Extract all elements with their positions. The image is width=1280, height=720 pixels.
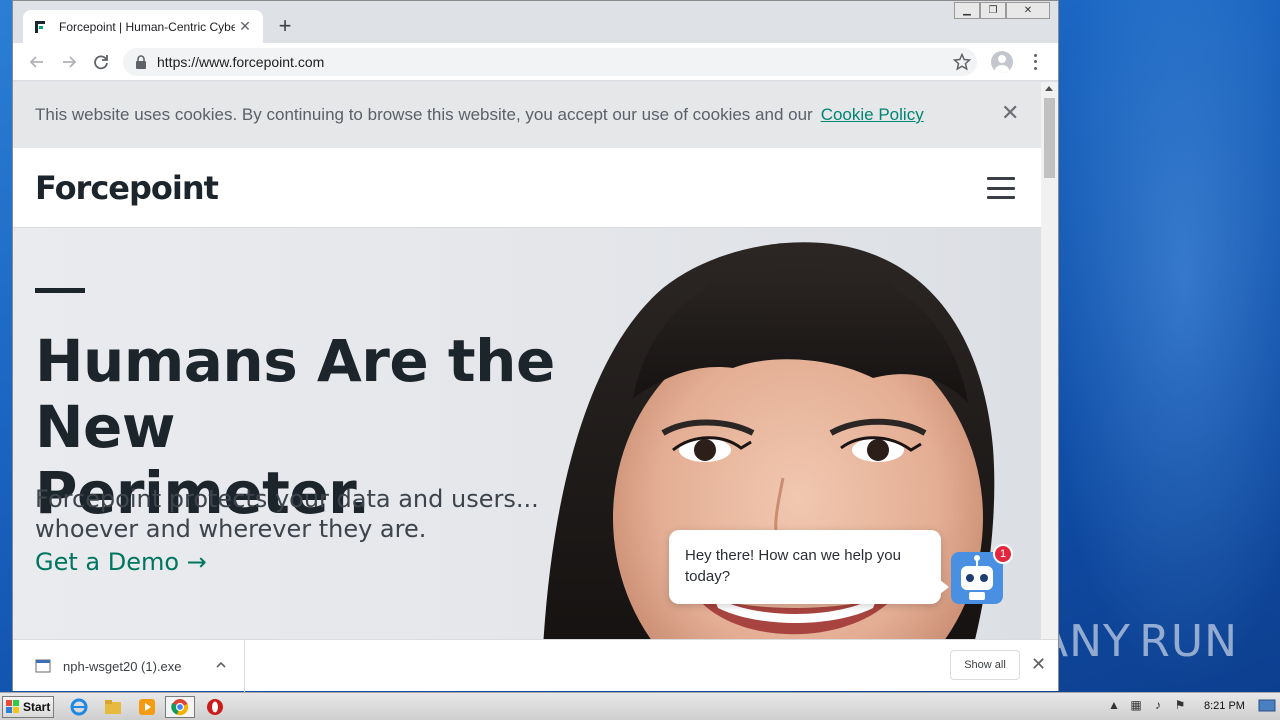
page-viewport: This website uses cookies. By continuing… [13, 82, 1041, 639]
reload-button[interactable] [91, 52, 111, 72]
chevron-up-icon[interactable] [215, 659, 227, 671]
subtitle-line1: Forcepoint protects your data and users.… [35, 485, 539, 513]
cookie-close-icon[interactable]: ✕ [1001, 102, 1019, 124]
taskbar: Start ▲ ▦ ♪ ⚑ 8:21 PM [0, 692, 1280, 720]
page-scrollbar[interactable] [1041, 82, 1058, 639]
browser-toolbar: https://www.forcepoint.com [13, 43, 1058, 81]
start-label: Start [23, 700, 51, 714]
chrome-taskbar-icon[interactable] [165, 696, 195, 718]
hero-subtitle: Forcepoint protects your data and users.… [35, 484, 575, 544]
forward-arrow-icon [63, 56, 77, 68]
tab-strip: Forcepoint | Human-Centric Cybersecurity… [13, 1, 1058, 43]
ie-taskbar-icon[interactable] [68, 697, 90, 717]
lock-icon [136, 55, 146, 69]
anyrun-watermark: ANY RUN [1038, 615, 1238, 667]
scrollbar-thumb[interactable] [1044, 98, 1055, 178]
chat-notification-badge: 1 [993, 544, 1013, 564]
forcepoint-logo[interactable]: Forcepoint [35, 169, 219, 207]
chat-message: Hey there! How can we help you today? [685, 547, 901, 585]
cookie-banner: This website uses cookies. By continuing… [13, 82, 1041, 148]
hero-accent-dash [35, 288, 85, 293]
new-tab-button[interactable]: + [275, 14, 295, 38]
download-bar-close-icon[interactable]: ✕ [1031, 654, 1046, 676]
address-bar[interactable]: https://www.forcepoint.com [123, 48, 977, 76]
get-demo-link[interactable]: Get a Demo → [35, 548, 207, 576]
maximize-button[interactable]: ❐ [980, 2, 1006, 19]
desktop-light [1040, 0, 1280, 692]
explorer-taskbar-icon[interactable] [102, 697, 124, 717]
opera-taskbar-icon[interactable] [204, 697, 226, 717]
back-button[interactable] [27, 52, 47, 72]
back-arrow-icon [29, 56, 43, 68]
taskbar-clock[interactable]: 8:21 PM [1204, 700, 1245, 712]
volume-icon[interactable]: ♪ [1150, 697, 1166, 713]
reload-icon [94, 55, 108, 70]
cookie-text: This website uses cookies. By continuing… [35, 105, 813, 124]
subtitle-line2: whoever and wherever they are. [35, 515, 427, 543]
tab-title: Forcepoint | Human-Centric Cybersecurity [59, 19, 235, 34]
download-bar: nph-wsget20 (1).exe Show all ✕ [13, 639, 1058, 692]
start-button[interactable]: Start [2, 696, 54, 718]
network-icon[interactable]: ▦ [1128, 697, 1144, 713]
show-desktop-icon[interactable] [1258, 696, 1276, 716]
browser-menu-icon[interactable] [1029, 52, 1041, 72]
headline-line1: Humans Are the New [35, 327, 555, 461]
system-tray: ▲ ▦ ♪ ⚑ [1106, 697, 1188, 713]
show-all-button[interactable]: Show all [950, 650, 1020, 680]
url-text: https://www.forcepoint.com [157, 54, 325, 70]
tab-forcepoint[interactable]: Forcepoint | Human-Centric Cybersecurity… [23, 10, 263, 43]
hamburger-menu-icon[interactable] [987, 177, 1015, 199]
tab-close-icon[interactable]: ✕ [237, 18, 253, 35]
forcepoint-favicon-icon [35, 20, 45, 33]
close-window-button[interactable]: ✕ [1006, 2, 1050, 19]
exe-file-icon [35, 659, 51, 673]
tray-expand-icon[interactable]: ▲ [1106, 697, 1122, 713]
download-file-name: nph-wsget20 (1).exe [63, 658, 182, 674]
windows-logo-icon [6, 700, 19, 713]
chat-greeting-bubble[interactable]: Hey there! How can we help you today? [669, 530, 949, 604]
logo-text: Forcepoint [35, 169, 219, 207]
profile-avatar-icon[interactable] [991, 51, 1013, 73]
action-center-flag-icon[interactable]: ⚑ [1172, 697, 1188, 713]
minimize-button[interactable]: ▁ [954, 2, 980, 19]
cookie-policy-link[interactable]: Cookie Policy [821, 105, 924, 125]
window-controls: ▁ ❐ ✕ [954, 2, 1050, 19]
browser-window: Forcepoint | Human-Centric Cybersecurity… [12, 0, 1059, 692]
forward-button[interactable] [59, 52, 79, 72]
bookmark-star-icon[interactable] [953, 53, 971, 71]
scroll-up-icon[interactable] [1045, 86, 1053, 91]
media-player-taskbar-icon[interactable] [136, 697, 158, 717]
download-item[interactable]: nph-wsget20 (1).exe [13, 640, 245, 692]
site-header: Forcepoint [13, 148, 1041, 228]
